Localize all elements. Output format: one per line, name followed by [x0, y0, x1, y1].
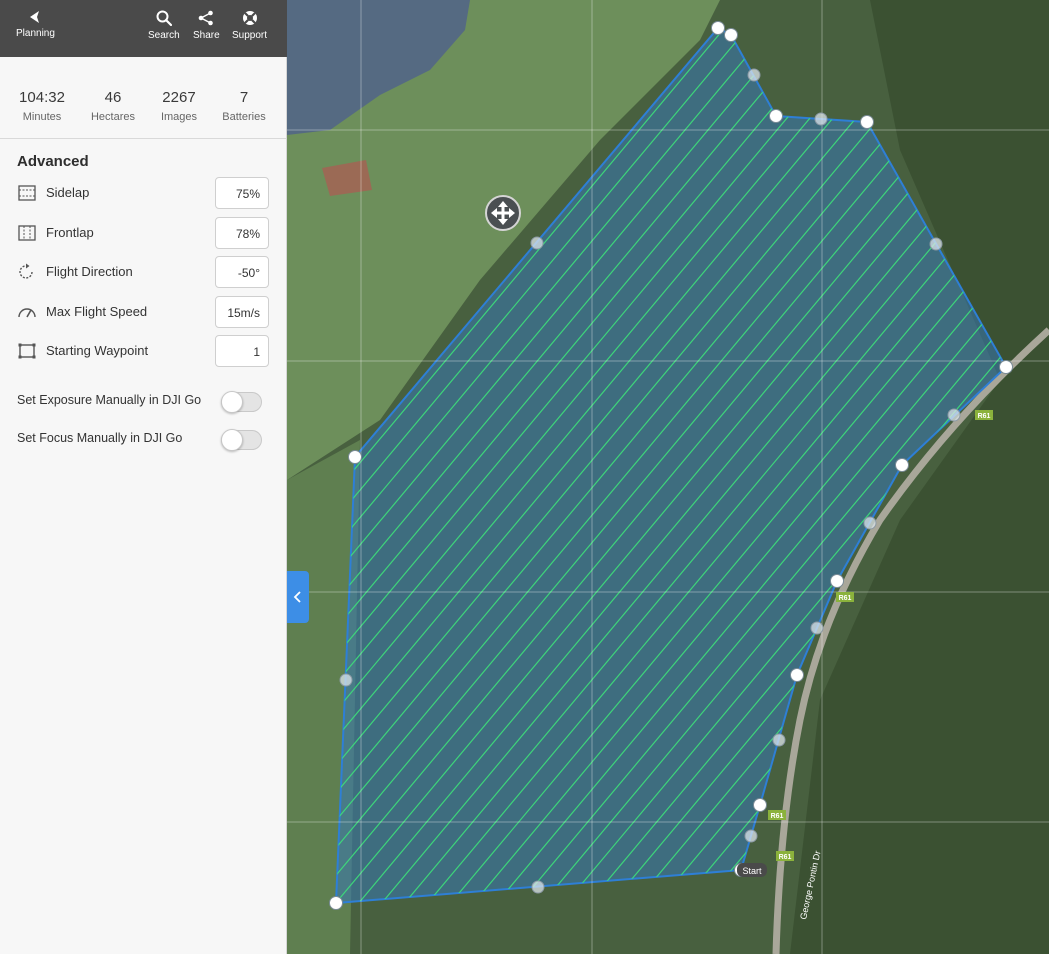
support-button[interactable]: Support — [232, 10, 267, 41]
vertex-handle[interactable] — [895, 458, 909, 472]
rotate-icon — [19, 263, 33, 279]
frontlap-icon — [18, 225, 36, 241]
search-button[interactable]: Search — [148, 10, 180, 41]
midpoint-handle[interactable] — [530, 236, 544, 250]
toggle-row-exposure: Set Exposure Manually in DJI Go — [17, 390, 269, 414]
midpoint-handle[interactable] — [863, 516, 877, 530]
vertex-handle[interactable] — [329, 896, 343, 910]
exposure-toggle[interactable] — [221, 391, 262, 413]
max-flight-speed-input[interactable]: 15m/s — [215, 296, 269, 328]
setting-label: Frontlap — [46, 225, 94, 240]
speedometer-icon — [18, 308, 36, 318]
advanced-section-title: Advanced — [17, 153, 89, 170]
vertex-handle[interactable] — [790, 668, 804, 682]
setting-label: Flight Direction — [46, 264, 133, 279]
setting-flight-direction: Flight Direction -50° — [17, 256, 269, 288]
search-label: Search — [148, 30, 180, 41]
setting-starting-waypoint: Starting Waypoint 1 — [17, 335, 269, 367]
sidelap-input[interactable]: 75% — [215, 177, 269, 209]
vertex-handle[interactable] — [769, 109, 783, 123]
move-polygon-handle[interactable] — [485, 195, 521, 231]
planning-back-button[interactable]: Planning — [16, 10, 55, 39]
sidebar: Planning Search Share Support 104:32 Min… — [0, 0, 287, 954]
road-label: R61 — [779, 854, 792, 861]
frontlap-input[interactable]: 78% — [215, 217, 269, 249]
waypoint-loop-icon — [18, 343, 36, 359]
share-button[interactable]: Share — [193, 10, 220, 41]
vertex-handle[interactable] — [830, 574, 844, 588]
midpoint-handle[interactable] — [339, 673, 353, 687]
vertex-handle[interactable] — [348, 450, 362, 464]
stat-minutes: 104:32 Minutes — [19, 89, 65, 123]
stat-batteries: 7 Batteries — [222, 89, 265, 123]
midpoint-handle[interactable] — [810, 621, 824, 635]
share-icon — [199, 10, 214, 26]
mission-stats: 104:32 Minutes 46 Hectares 2267 Images 7… — [0, 57, 286, 139]
midpoint-handle[interactable] — [814, 112, 828, 126]
start-label: Start — [742, 866, 762, 876]
midpoint-handle[interactable] — [744, 829, 758, 843]
stat-label: Images — [160, 111, 198, 123]
satellite-map[interactable]: Start R61 R61 R61 R61 George Pontin Dr — [287, 0, 1049, 954]
midpoint-handle[interactable] — [531, 880, 545, 894]
stat-label: Batteries — [222, 111, 266, 123]
share-label: Share — [193, 30, 220, 41]
stat-value: 104:32 — [19, 89, 65, 106]
top-toolbar: Planning Search Share Support — [0, 0, 287, 57]
toggle-label: Set Focus Manually in DJI Go — [17, 431, 183, 445]
focus-toggle[interactable] — [221, 429, 262, 451]
midpoint-handle[interactable] — [947, 408, 961, 422]
vertex-handle[interactable] — [753, 798, 767, 812]
midpoint-handle[interactable] — [929, 237, 943, 251]
stat-value: 7 — [239, 89, 249, 106]
starting-waypoint-input[interactable]: 1 — [215, 335, 269, 367]
stat-hectares: 46 Hectares — [91, 89, 135, 123]
setting-label: Starting Waypoint — [46, 343, 149, 358]
map-view[interactable]: Start R61 R61 R61 R61 George Pontin Dr — [287, 0, 1049, 954]
back-arrow-icon — [30, 11, 40, 23]
toggle-knob — [221, 391, 243, 413]
road-label: R61 — [978, 413, 991, 420]
vertex-handle[interactable] — [860, 115, 874, 129]
vertex-handle[interactable] — [999, 360, 1013, 374]
midpoint-handle[interactable] — [772, 733, 786, 747]
setting-max-flight-speed: Max Flight Speed 15m/s — [17, 296, 269, 328]
vertex-handle[interactable] — [711, 21, 725, 35]
toggle-label: Set Exposure Manually in DJI Go — [17, 393, 202, 407]
stat-value: 2267 — [162, 89, 196, 106]
road-label: R61 — [771, 813, 784, 820]
setting-label: Sidelap — [46, 185, 90, 200]
start-marker[interactable]: Start — [737, 863, 767, 877]
toggle-knob — [221, 429, 243, 451]
setting-frontlap: Frontlap 78% — [17, 217, 269, 249]
setting-sidelap: Sidelap 75% — [17, 177, 269, 209]
setting-label: Max Flight Speed — [46, 304, 148, 319]
stat-label: Minutes — [22, 111, 62, 123]
collapse-sidebar-button[interactable] — [287, 571, 309, 623]
support-label: Support — [232, 30, 268, 41]
stat-images: 2267 Images — [161, 89, 197, 123]
search-icon — [156, 10, 172, 26]
planning-label: Planning — [16, 28, 55, 39]
road-label: R61 — [839, 595, 852, 602]
chevron-left-icon — [293, 591, 301, 603]
flight-direction-input[interactable]: -50° — [215, 256, 269, 288]
vertex-handle[interactable] — [724, 28, 738, 42]
stat-value: 46 — [104, 89, 122, 106]
stat-label: Hectares — [90, 111, 136, 123]
sidelap-icon — [18, 185, 36, 201]
toggle-row-focus: Set Focus Manually in DJI Go — [17, 428, 269, 452]
lifebuoy-icon — [242, 11, 257, 25]
midpoint-handle[interactable] — [747, 68, 761, 82]
